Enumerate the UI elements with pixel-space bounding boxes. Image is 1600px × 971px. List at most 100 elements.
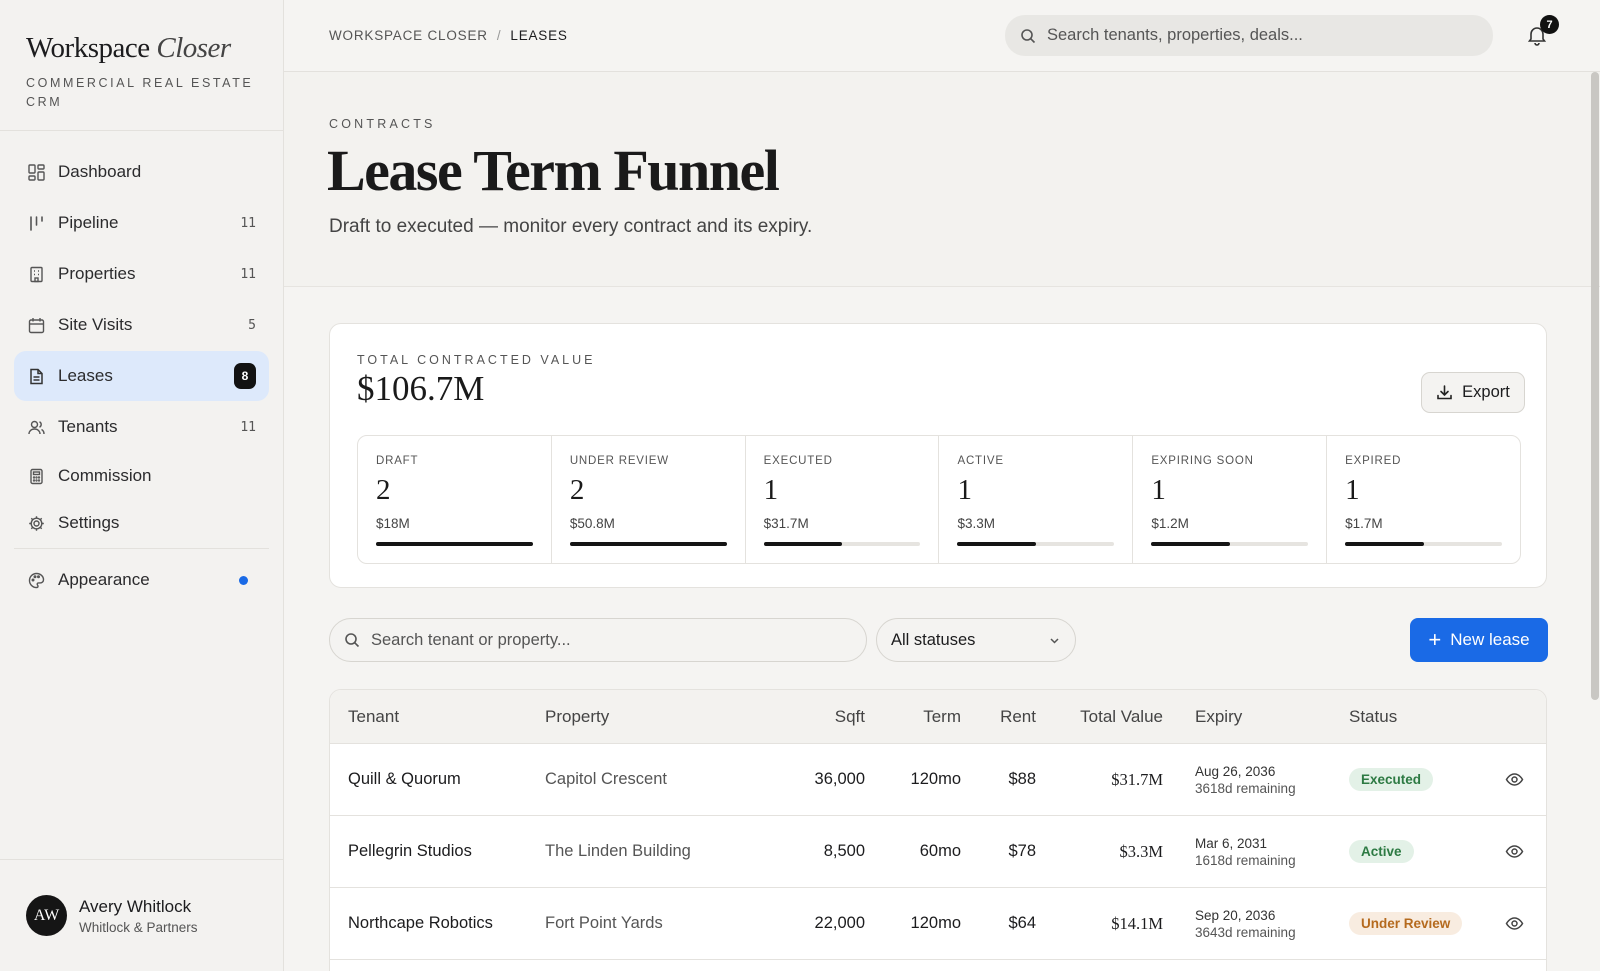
sidebar-item-appearance[interactable]: Appearance [14,555,269,605]
stage-value: $18M [376,516,410,531]
term-value: 60mo [919,842,961,860]
sidebar-item-properties[interactable]: Properties 11 [14,249,269,299]
status-filter-value: All statuses [891,630,976,649]
column-header-total-value[interactable]: Total Value [1080,690,1163,743]
stage-name: Expiring Soon [1151,455,1254,467]
nav-divider [14,548,269,549]
brand-name-regular: Workspace [26,32,150,64]
stage-count: 1 [1345,474,1360,506]
view-lease-button[interactable] [1505,744,1524,815]
sidebar-item-label: Pipeline [58,213,119,232]
user-profile[interactable]: AW Avery Whitlock Whitlock & Partners [0,859,284,971]
brand-subtitle: COMMERCIAL REAL ESTATE CRM [26,76,254,109]
appearance-indicator-dot [239,575,248,585]
stage-value: $31.7M [763,516,809,531]
document-icon [27,367,45,385]
status-cell: Under Review [1349,888,1463,959]
expiry-date: Sep 20, 2036 [1195,907,1276,923]
view-lease-button[interactable] [1505,888,1524,959]
table-row[interactable]: Quill & Quorum Capitol Crescent 36,000 1… [330,744,1546,816]
stage-progress-bar [1345,542,1502,546]
stage-progress-bar [763,542,921,546]
sidebar-item-label: Properties [58,264,136,283]
sidebar-item-count: 11 [240,215,256,231]
sqft-value: 22,000 [814,914,865,932]
sidebar-item-pipeline[interactable]: Pipeline 11 [14,198,269,248]
column-header-property[interactable]: Property [545,690,609,743]
page-scrollbar[interactable] [1591,72,1599,700]
stage-value: $1.2M [1151,516,1189,531]
sidebar-item-label: Settings [58,513,120,532]
stage-draft[interactable]: Draft 2 $18M [358,436,552,563]
table-row[interactable]: Northcape Robotics Fort Point Yards 22,0… [330,888,1546,960]
column-header-expiry[interactable]: Expiry [1195,690,1242,743]
brand-logo[interactable]: Workspace Closer [26,30,257,66]
sidebar-item-label: Dashboard [58,162,142,181]
stage-progress-bar [376,542,533,546]
status-cell: Executed [1349,744,1434,815]
sidebar-item-label: Site Visits [58,315,133,334]
stage-executed[interactable]: Executed 1 $31.7M [746,436,940,563]
term-value: 120mo [910,770,961,788]
tenant-name[interactable]: Northcape Robotics [348,888,493,959]
stage-progress-bar [1151,542,1309,546]
avatar: AW [26,895,67,936]
stage-under-review[interactable]: Under Review 2 $50.8M [552,436,746,563]
breadcrumb: WORKSPACE CLOSER / LEASES [329,28,568,43]
view-lease-button[interactable] [1505,816,1524,887]
stage-expired[interactable]: Expired 1 $1.7M [1327,436,1520,563]
sqft-value: 36,000 [814,770,865,788]
status-filter-select[interactable]: All statuses [876,618,1076,662]
sidebar-item-commission[interactable]: Commission [14,453,269,499]
rent-value: $88 [1008,770,1036,788]
stage-count: 2 [376,474,391,506]
rent-value: $64 [1008,914,1036,932]
chevron-down-icon [1050,637,1059,644]
stage-active[interactable]: Active 1 $3.3M [939,436,1134,563]
table-header: Tenant Property Sqft Term Rent Total Val… [330,690,1546,744]
page-eyebrow: CONTRACTS [329,117,436,131]
column-header-status[interactable]: Status [1349,690,1397,743]
calculator-icon [27,467,45,485]
column-header-term[interactable]: Term [923,690,961,743]
sidebar-item-count: 11 [240,266,256,282]
stage-progress-bar [569,542,727,546]
sidebar-item-leases[interactable]: Leases 8 [14,351,269,401]
plus-icon: + [1428,627,1442,652]
export-button[interactable]: Export [1421,372,1525,413]
user-name: Avery Whitlock [79,896,192,916]
stage-progress-fill [763,542,843,546]
sidebar-item-count: 11 [240,419,256,435]
new-lease-button[interactable]: + New lease [1410,618,1548,662]
stage-progress-bar [957,542,1115,546]
sidebar-item-dashboard[interactable]: Dashboard [14,147,269,197]
expiry-date: Aug 26, 2036 [1195,763,1276,779]
column-header-sqft[interactable]: Sqft [835,690,865,743]
brand-name-italic: Closer [156,32,231,64]
tenant-name[interactable]: Quill & Quorum [348,744,461,815]
stage-progress-fill [957,542,1036,546]
gear-icon [27,514,45,532]
sidebar-item-site-visits[interactable]: Site Visits 5 [14,300,269,350]
breadcrumb-root[interactable]: WORKSPACE CLOSER [329,28,488,43]
total-value-cell: $31.7M [1111,769,1163,789]
column-header-tenant[interactable]: Tenant [348,690,399,743]
leases-table: Tenant Property Sqft Term Rent Total Val… [329,689,1547,971]
global-search-placeholder: Search tenants, properties, deals... [1047,26,1303,44]
stage-progress-fill [569,542,727,546]
lease-search-input[interactable]: Search tenant or property... [329,618,867,662]
status-cell: Active [1349,816,1414,887]
global-search-input[interactable]: Search tenants, properties, deals... [1005,15,1493,56]
sidebar-nav: Dashboard Pipeline 11 Properties 11 Site… [0,131,283,605]
main-content: TOTAL CONTRACTED VALUE $106.7M Export Dr… [284,288,1600,971]
sidebar-item-tenants[interactable]: Tenants 11 [14,402,269,452]
sidebar-item-settings[interactable]: Settings [14,500,269,546]
expiry-cell: Aug 26, 2036 3618d remaining [1195,744,1296,815]
column-header-rent[interactable]: Rent [1000,690,1036,743]
user-info: Avery Whitlock Whitlock & Partners [79,897,198,935]
total-value-label: TOTAL CONTRACTED VALUE [357,353,596,367]
tenant-name[interactable]: Pellegrin Studios [348,816,472,887]
stage-progress-fill [376,542,533,546]
table-row[interactable]: Pellegrin Studios The Linden Building 8,… [330,816,1546,888]
stage-expiring-soon[interactable]: Expiring Soon 1 $1.2M [1133,436,1328,563]
